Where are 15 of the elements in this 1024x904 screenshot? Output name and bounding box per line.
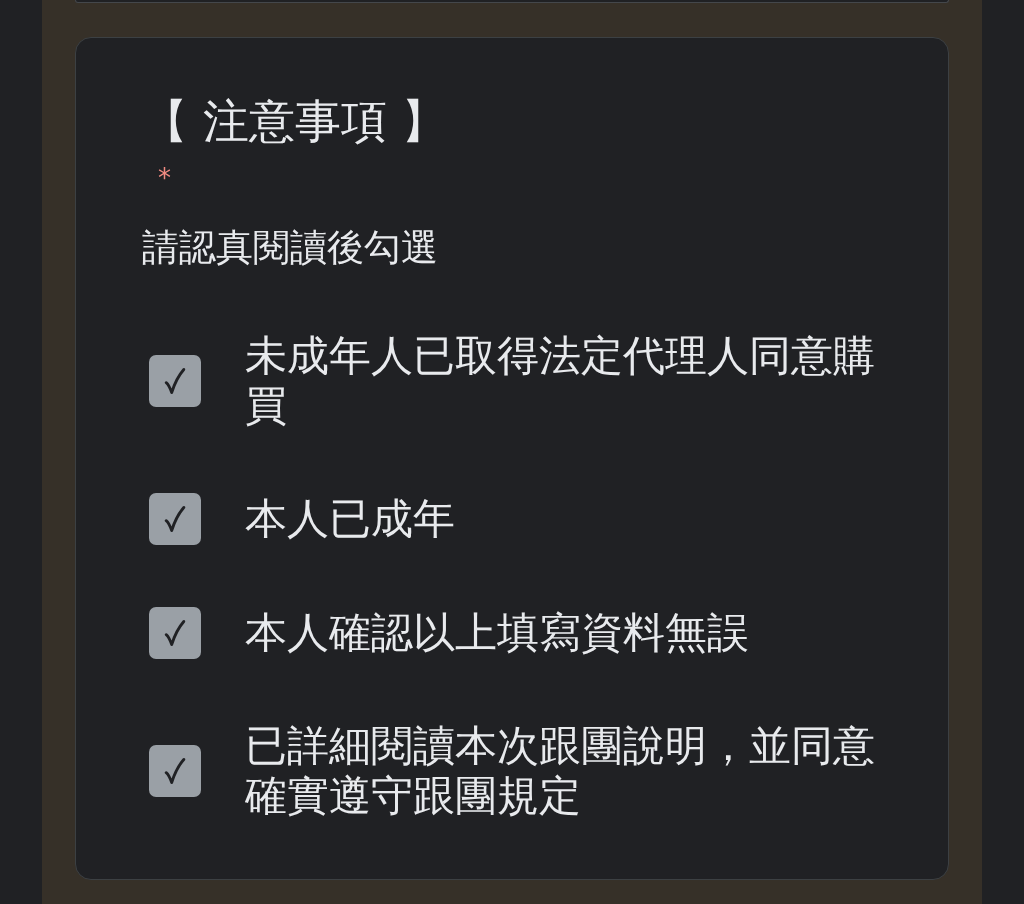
checkmark-icon xyxy=(164,367,186,395)
checkmark-icon xyxy=(164,505,186,533)
option-label[interactable]: 本人確認以上填寫資料無誤 xyxy=(245,608,885,658)
required-asterisk: * xyxy=(158,163,171,193)
checkmark-icon xyxy=(164,757,186,785)
checkbox[interactable] xyxy=(149,355,201,407)
checkbox[interactable] xyxy=(149,493,201,545)
option-label[interactable]: 已詳細閱讀本次跟團說明，並同意確實遵守跟團規定 xyxy=(245,721,885,821)
option-label[interactable]: 未成年人已取得法定代理人同意購買 xyxy=(245,331,885,431)
checkmark-icon xyxy=(164,619,186,647)
option-label[interactable]: 本人已成年 xyxy=(245,494,885,544)
question-description: 請認真閱讀後勾選 xyxy=(142,226,438,270)
question-title: 【 注意事項 】 xyxy=(142,96,448,146)
checkbox[interactable] xyxy=(149,745,201,797)
checkbox[interactable] xyxy=(149,607,201,659)
